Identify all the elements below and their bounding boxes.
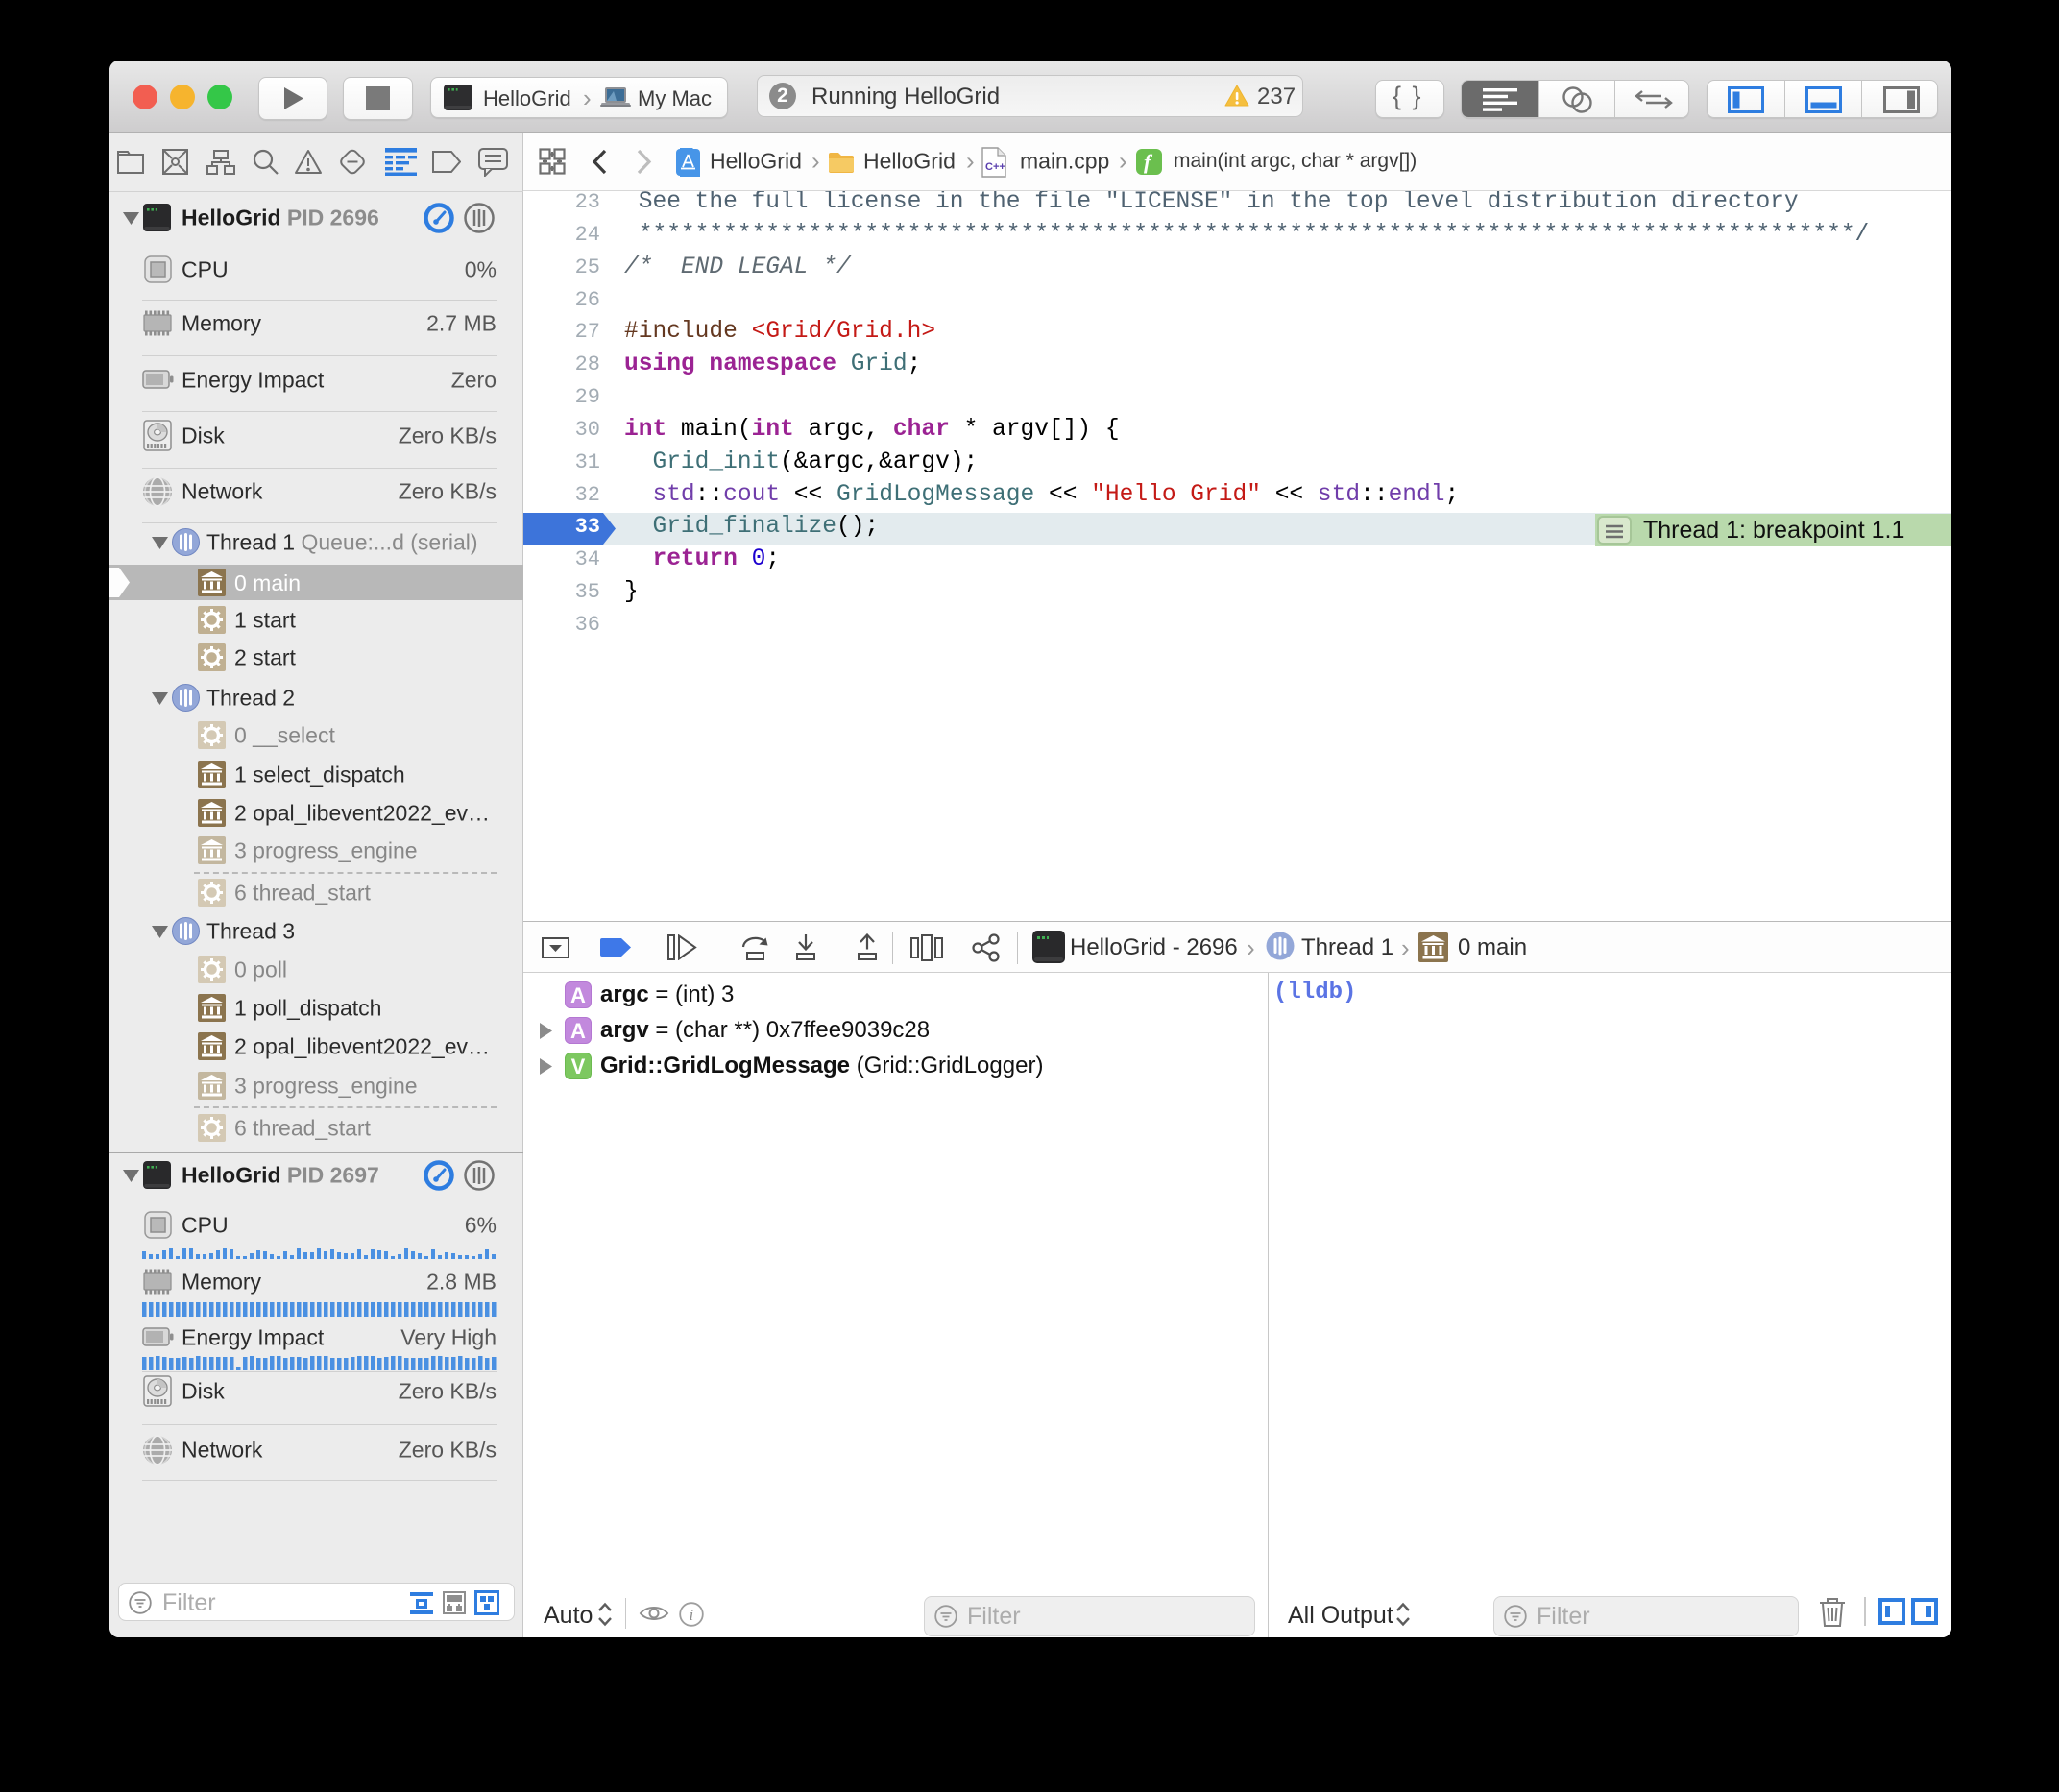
svg-text:i: i [690, 1606, 694, 1624]
svg-text:C++: C++ [985, 161, 1005, 173]
